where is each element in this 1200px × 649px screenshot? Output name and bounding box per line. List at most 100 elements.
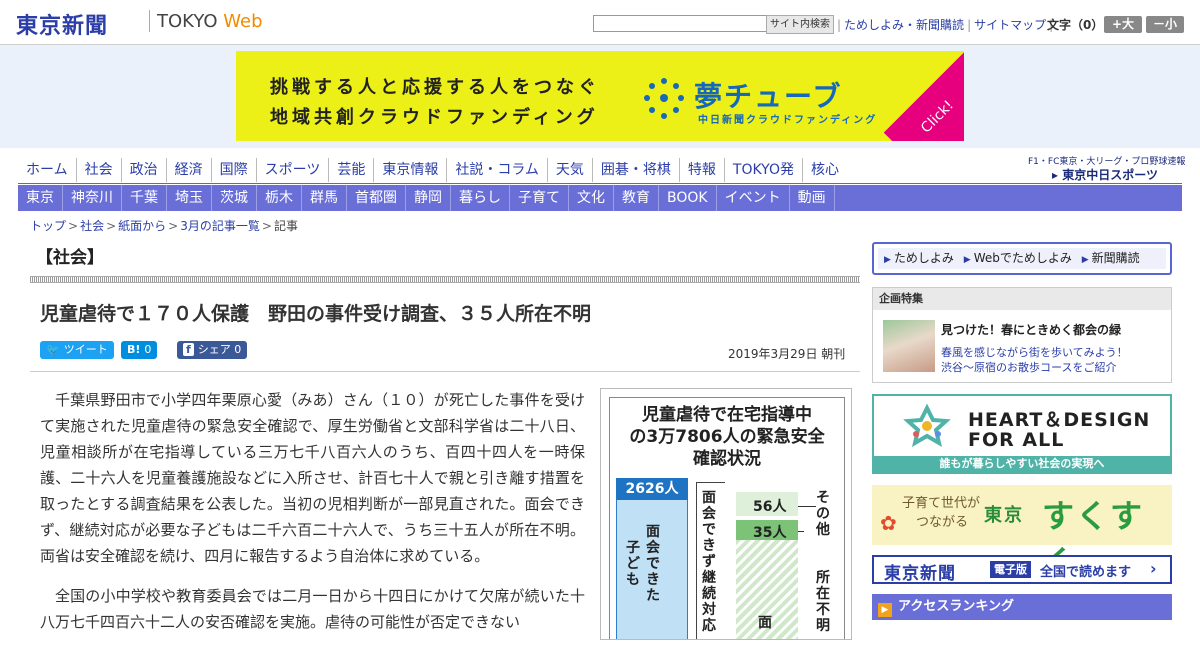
nav-item-10[interactable]: 囲碁・将棋 — [593, 158, 680, 182]
heart-design-subtitle: FOR ALL — [968, 429, 1065, 451]
tokyo-web-logo-web: Web — [223, 11, 263, 32]
regional-nav-item-9[interactable]: 暮らし — [451, 185, 510, 211]
nav-item-11[interactable]: 特報 — [680, 158, 725, 182]
regional-nav-item-11[interactable]: 文化 — [569, 185, 614, 211]
nav-item-3[interactable]: 経済 — [167, 158, 212, 182]
nav-item-0[interactable]: ホーム — [18, 158, 77, 182]
sukusuku-tokyo: 東京 — [984, 505, 1024, 526]
bar-not-met-value: 2626人 — [616, 478, 688, 500]
triangle-icon: ▶ — [963, 255, 971, 265]
chunichi-sports-logo[interactable]: ▸ 東京中日スポーツ — [1052, 166, 1158, 183]
regional-nav-item-10[interactable]: 子育て — [510, 185, 569, 211]
article-paragraph: 千葉県野田市で小学四年栗原心愛（みあ）さん（１０）が死亡した事件を受けて実施され… — [40, 391, 585, 565]
bar-label-continuing: 面会できず継続対応 — [702, 490, 716, 634]
tokyo-web-logo-text: TOKYO — [157, 11, 218, 32]
regional-nav-item-12[interactable]: 教育 — [614, 185, 659, 211]
feature-description[interactable]: 春風を感じながら街を歩いてみよう！ 渋谷～原宿のお散歩コースをご紹介 — [941, 345, 1128, 375]
twitter-bird-icon: 🐦 — [46, 343, 60, 356]
primary-nav: ホーム 社会 政治 経済 国際 スポーツ 芸能 東京情報 社説・コラム 天気 囲碁・将棋 特報 TOKY… — [18, 158, 847, 182]
subscribe-links: ▶ ためしよみ ▶ Webでためしよみ ▶ 新聞購読 — [878, 248, 1166, 269]
infographic-frame: 児童虐待で在宅指導中 の3万7806人の緊急安全 確認状況 2626人 面会でき… — [609, 397, 845, 639]
subscribe-box: ▶ ためしよみ ▶ Webでためしよみ ▶ 新聞購読 — [872, 242, 1172, 275]
search-input[interactable] — [593, 15, 769, 32]
site-search-button[interactable]: サイト内検索 — [766, 15, 834, 34]
article-infographic[interactable]: 児童虐待で在宅指導中 の3万7806人の緊急安全 確認状況 2626人 面会でき… — [600, 388, 852, 640]
nav-item-7[interactable]: 東京情報 — [374, 158, 448, 182]
heart-design-title: HEART＆DESIGN — [968, 409, 1151, 431]
banner-line-1: 挑戦する人と応援する人をつなぐ — [270, 77, 600, 98]
tokyo-sukusuku-banner[interactable]: 子育て世代が つながる ✿ 東京 すくすく — [872, 485, 1172, 581]
breadcrumb-march-list[interactable]: 3月の記事一覧 — [180, 219, 260, 233]
breadcrumb-society[interactable]: 社会 — [80, 219, 104, 233]
bar-label-face: 面 — [758, 615, 772, 631]
breadcrumb-separator: > — [168, 219, 179, 233]
regional-nav-item-8[interactable]: 静岡 — [406, 185, 451, 211]
section-divider — [30, 276, 860, 283]
tweet-button[interactable]: 🐦 ツイート — [40, 341, 114, 359]
dream-tube-logo-icon — [644, 78, 684, 119]
breadcrumb-top[interactable]: トップ — [30, 219, 66, 233]
nav-item-8[interactable]: 社説・コラム — [447, 158, 548, 182]
breadcrumb: トップ > 社会 > 紙面から >3月の記事一覧 > 記事 — [30, 217, 298, 234]
hatena-bookmark-button[interactable]: B! 0 — [121, 341, 158, 359]
banner-brand: 夢チューブ — [694, 80, 843, 113]
trial-link[interactable]: ためしよみ — [894, 251, 954, 265]
feature-title[interactable]: 見つけた！春にときめく都会の緑 — [941, 321, 1121, 338]
trial-subscribe-link[interactable]: ためしよみ・新聞購読 — [844, 18, 964, 32]
regional-nav-item-14[interactable]: イベント — [717, 185, 790, 211]
heart-design-tagline: 誰もが暮らしやすい社会の実現へ — [874, 456, 1170, 472]
article-header-rule — [30, 371, 860, 372]
heart-design-banner[interactable]: HEART＆DESIGN FOR ALL 誰もが暮らしやすい社会の実現へ — [872, 394, 1172, 474]
triangle-icon: ▶ — [884, 255, 891, 265]
breadcrumb-from-paper[interactable]: 紙面から — [118, 219, 166, 233]
subscribe-link[interactable]: 新聞購読 — [1092, 251, 1140, 265]
regional-nav-item-0[interactable]: 東京 — [18, 185, 63, 211]
nav-item-1[interactable]: 社会 — [77, 158, 122, 182]
regional-nav-item-13[interactable]: BOOK — [659, 185, 717, 211]
crowdfunding-banner[interactable]: 挑戦する人と応援する人をつなぐ 地域共創クラウドファンディング 夢チューブ 中日… — [236, 51, 964, 141]
sitemap-link[interactable]: サイトマップ — [974, 18, 1046, 32]
value-missing: 35人 — [753, 525, 787, 541]
regional-nav-item-1[interactable]: 神奈川 — [63, 185, 122, 211]
regional-nav-item-4[interactable]: 茨城 — [212, 185, 257, 211]
feature-desc-line: 渋谷～原宿のお散歩コースをご紹介 — [941, 361, 1117, 374]
infographic-title-line: 確認状況 — [693, 449, 761, 469]
nav-item-13[interactable]: 核心 — [803, 158, 847, 182]
nav-item-6[interactable]: 芸能 — [329, 158, 375, 182]
banner-line-2: 地域共創クラウドファンディング — [270, 107, 599, 128]
web-trial-link[interactable]: Webでためしよみ — [974, 251, 1072, 265]
font-larger-button[interactable]: +大 — [1104, 16, 1142, 33]
epaper-banner[interactable]: 東京新聞 電子版 全国で読めます › — [872, 555, 1172, 584]
infographic-title-line: の3万7806人の緊急安全 — [629, 427, 825, 447]
section-title: 【社会】 — [36, 248, 104, 268]
triangle-icon: ▶ — [1081, 255, 1089, 265]
label-other: その他 — [816, 490, 830, 538]
tokyo-web-logo[interactable]: TOKYO Web — [157, 11, 263, 32]
nav-item-12[interactable]: TOKYO発 — [725, 158, 803, 182]
nav-item-5[interactable]: スポーツ — [257, 158, 330, 182]
bar-label-met: 面会できた — [646, 524, 660, 604]
epaper-text: 全国で読めます — [1040, 565, 1132, 580]
font-smaller-button[interactable]: －小 — [1146, 16, 1184, 33]
facebook-share-button[interactable]: f シェア 0 — [177, 341, 248, 359]
feature-desc-line: 春風を感じながら街を歩いてみよう！ — [941, 346, 1128, 359]
regional-nav-item-7[interactable]: 首都圏 — [347, 185, 406, 211]
nav-divider — [18, 183, 1182, 184]
ranking-icon: ▶ — [878, 603, 892, 617]
regional-nav-item-5[interactable]: 栃木 — [257, 185, 302, 211]
chevron-right-icon: › — [1150, 559, 1157, 578]
feature-photo[interactable] — [883, 320, 935, 372]
facebook-share-label: シェア — [197, 343, 231, 356]
regional-nav-item-3[interactable]: 埼玉 — [167, 185, 212, 211]
nav-item-9[interactable]: 天気 — [548, 158, 593, 182]
site-logo[interactable]: 東京新聞 — [16, 8, 108, 40]
nav-item-4[interactable]: 国際 — [212, 158, 257, 182]
sukusuku-caption-line: 子育て世代が — [902, 496, 981, 511]
article-title: 児童虐待で１７０人保護 野田の事件受け調査、３５人所在不明 — [40, 303, 592, 325]
regional-nav-item-15[interactable]: 動画 — [790, 185, 835, 211]
feature-heading: 企画特集 — [873, 288, 1171, 310]
regional-nav-item-2[interactable]: 千葉 — [122, 185, 167, 211]
regional-nav-item-6[interactable]: 群馬 — [302, 185, 347, 211]
nav-item-2[interactable]: 政治 — [122, 158, 167, 182]
flower-icon: ✿ — [880, 511, 897, 535]
